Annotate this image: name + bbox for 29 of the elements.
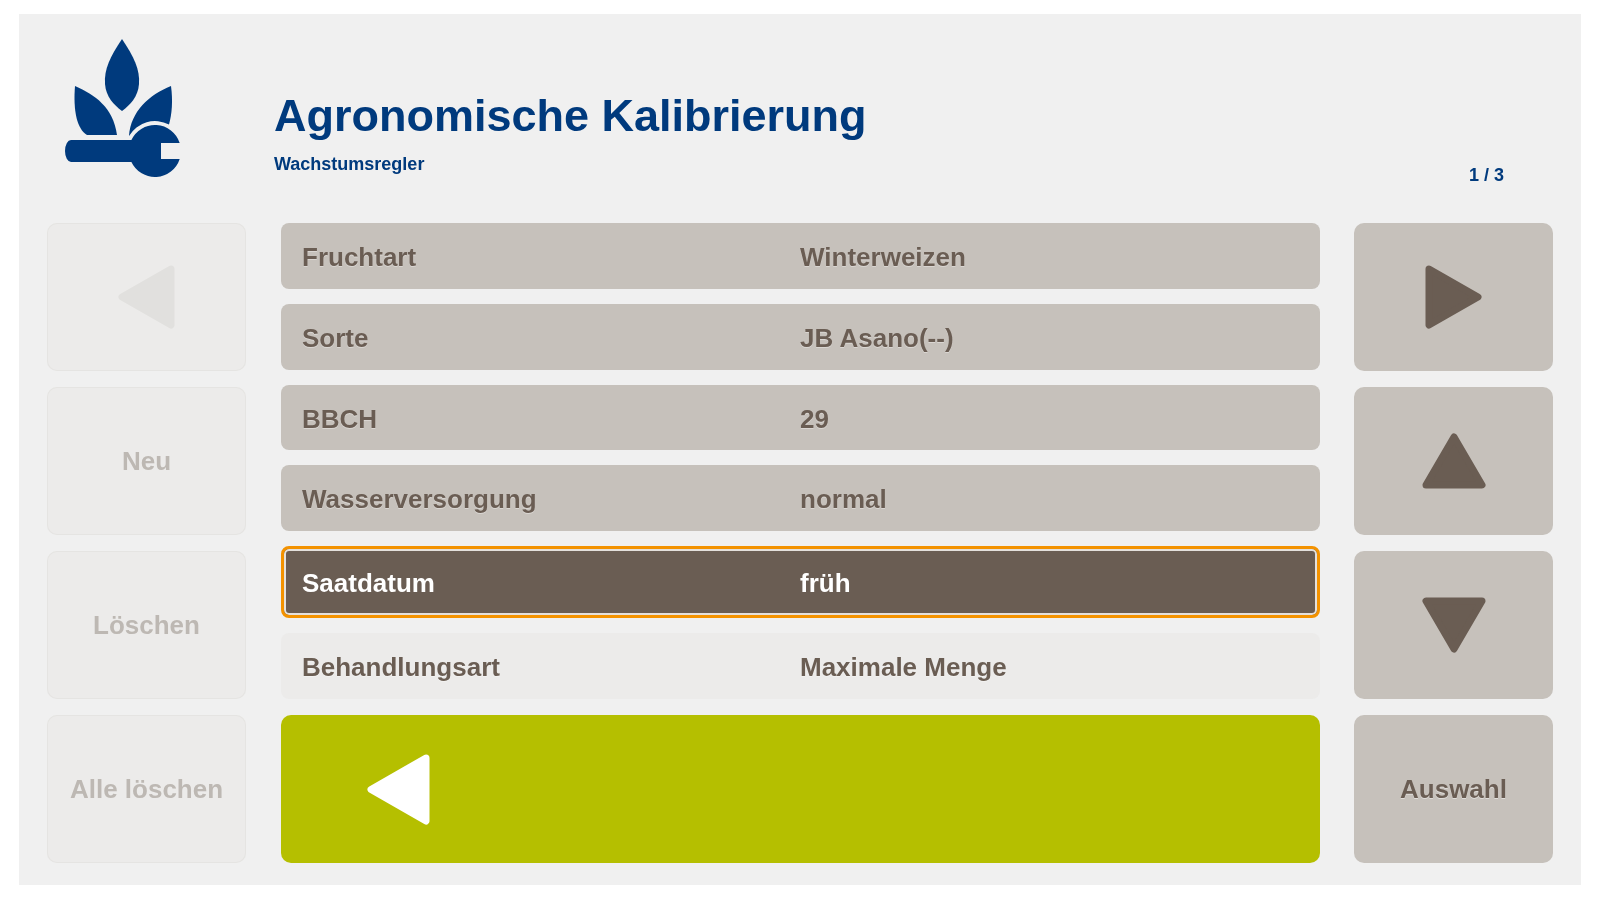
page-title: Agronomische Kalibrierung [274, 90, 867, 142]
down-triangle-icon [1421, 597, 1486, 653]
parameter-label: BBCH [302, 403, 379, 435]
parameter-label: Fruchtart [302, 241, 418, 273]
parameter-label: Saatdatum [302, 568, 436, 600]
left-triangle-icon [367, 753, 430, 825]
parameter-value: JB Asano(--) [800, 322, 955, 354]
parameter-label: Wasserversorgung [302, 484, 538, 516]
up-triangle-icon [1421, 433, 1486, 489]
parameter-row[interactable]: Wasserversorgung normal [281, 465, 1320, 532]
parameter-row[interactable]: Saatdatum früh [281, 546, 1320, 619]
parameter-row[interactable]: Sorte JB Asano(--) [281, 303, 1320, 370]
page-indicator: 1 / 3 [1468, 165, 1504, 187]
parameter-row[interactable]: BBCH 29 [281, 384, 1320, 451]
parameter-label: Behandlungsart [302, 652, 501, 684]
scroll-up-button[interactable] [1354, 387, 1553, 535]
parameter-value: normal [800, 484, 888, 516]
select-button[interactable]: Auswahl [1354, 715, 1553, 863]
parameter-value: Winterweizen [800, 241, 967, 273]
next-button[interactable] [1354, 223, 1553, 371]
right-triangle-icon [1425, 265, 1482, 329]
parameter-value: 29 [800, 403, 830, 435]
page-subtitle: Wachstumsregler [274, 153, 425, 176]
parameter-value: Maximale Menge [800, 652, 1008, 684]
parameter-row[interactable]: Behandlungsart Maximale Menge [281, 633, 1320, 699]
parameter-value: früh [800, 568, 852, 600]
scroll-down-button[interactable] [1354, 551, 1553, 699]
parameter-row[interactable]: Fruchtart Winterweizen [281, 223, 1320, 289]
parameter-label: Sorte [302, 322, 370, 354]
